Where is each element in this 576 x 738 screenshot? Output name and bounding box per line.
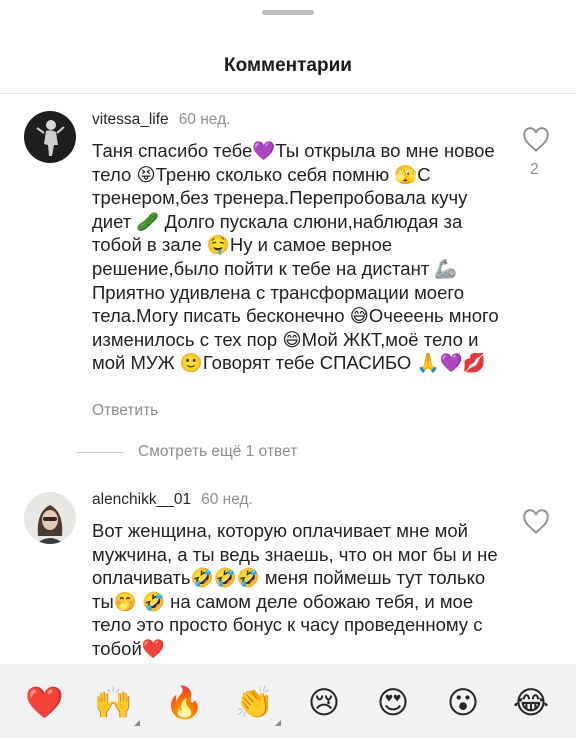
comment-meta: vitessa_life 60 нед. xyxy=(92,111,230,129)
comment-time: 60 нед. xyxy=(178,111,231,128)
avatar[interactable] xyxy=(24,111,76,163)
like-heart-icon[interactable] xyxy=(522,509,550,535)
woman-portrait-icon xyxy=(24,492,76,544)
comment-meta: alenchikk__01 60 нед. xyxy=(92,491,253,509)
avatar[interactable] xyxy=(24,492,76,544)
drag-handle[interactable] xyxy=(262,10,314,15)
clapping-hands-emoji: 👏 xyxy=(235,685,274,721)
page-title: Комментарии xyxy=(224,55,352,76)
woman-silhouette-icon xyxy=(24,111,76,163)
reaction-heart-eyes-icon[interactable]: 😍 xyxy=(374,684,412,722)
reaction-fire-icon[interactable]: 🔥 xyxy=(165,684,204,722)
reaction-crying-face-icon[interactable]: 😢 xyxy=(305,684,343,722)
reaction-tears-of-joy-icon[interactable]: 😂 xyxy=(512,684,550,722)
username[interactable]: alenchikk__01 xyxy=(92,491,191,508)
view-more-label: Смотреть ещё 1 ответ xyxy=(138,443,298,460)
comment-text: Таня спасибо тебе💜Ты открыла во мне ново… xyxy=(92,140,499,374)
replies-line xyxy=(76,451,124,453)
reaction-surprised-face-icon[interactable]: 😮 xyxy=(444,684,482,722)
variant-indicator xyxy=(275,720,281,726)
username[interactable]: vitessa_life xyxy=(92,111,169,128)
raised-hands-emoji: 🙌 xyxy=(94,685,133,721)
like-heart-icon[interactable] xyxy=(522,127,550,153)
reaction-heart-icon[interactable]: ❤️ xyxy=(25,684,64,722)
reaction-raised-hands-icon[interactable]: 🙌 xyxy=(94,684,140,726)
comment-text: Вот женщина, которую оплачивает мне мой … xyxy=(92,520,498,659)
reaction-bar: ❤️ 🙌 🔥 👏 😢 😍 😮 😂 xyxy=(0,664,576,738)
view-more-replies-button[interactable]: Смотреть ещё 1 ответ xyxy=(76,442,297,462)
like-count: 2 xyxy=(530,161,539,178)
reaction-clapping-hands-icon[interactable]: 👏 xyxy=(235,684,281,726)
comments-sheet: Комментарии vitessa_life 60 нед. Таня спа… xyxy=(0,0,576,738)
reply-button[interactable]: Ответить xyxy=(92,402,158,420)
header-divider xyxy=(0,93,576,94)
variant-indicator xyxy=(134,720,140,726)
comment-time: 60 нед. xyxy=(201,491,253,508)
